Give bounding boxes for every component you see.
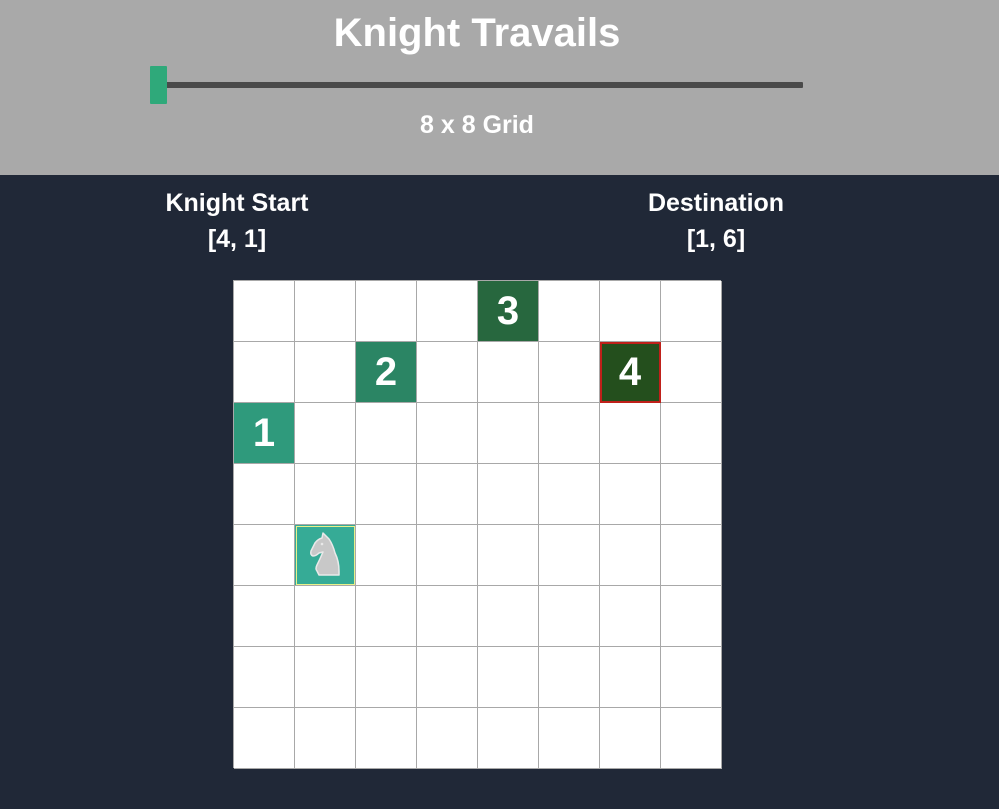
board-cell[interactable] [600,586,661,647]
board-cell[interactable] [600,403,661,464]
board-cell[interactable] [478,708,539,769]
destination-coord: [1, 6] [686,225,746,253]
knight-start-coord: [4, 1] [207,225,267,253]
board-cell[interactable] [295,281,356,342]
knight-start-label: Knight Start [165,189,309,217]
board-cell[interactable] [539,281,600,342]
board-cell[interactable] [478,525,539,586]
board-cell[interactable] [356,464,417,525]
board-cell[interactable] [417,525,478,586]
board-cell[interactable] [539,403,600,464]
destination-cell[interactable]: 4 [600,342,661,403]
board-cell[interactable] [661,586,722,647]
board-cell[interactable] [661,464,722,525]
board-cell[interactable] [295,403,356,464]
board-cell[interactable] [356,647,417,708]
board-cell[interactable] [356,708,417,769]
board-cell[interactable] [234,525,295,586]
board-cell[interactable] [417,464,478,525]
board-cell[interactable] [661,342,722,403]
board-cell[interactable] [356,281,417,342]
board-cell[interactable] [234,708,295,769]
board-cell[interactable] [539,525,600,586]
board-cell[interactable] [234,464,295,525]
board-cell[interactable] [478,464,539,525]
page-title: Knight Travails [333,11,621,55]
board-cell[interactable] [478,647,539,708]
destination-info: Destination [1, 6] [616,188,816,254]
board-cell[interactable] [295,647,356,708]
knight-start-info: Knight Start [4, 1] [137,188,337,254]
board-cell[interactable] [539,647,600,708]
board-cell[interactable] [295,342,356,403]
step-number: 2 [374,349,398,394]
grid-size-label: 8 x 8 Grid [420,111,534,139]
board-cell[interactable] [600,525,661,586]
board-cell[interactable] [661,525,722,586]
board-cell[interactable] [600,708,661,769]
slider-track[interactable] [150,82,803,88]
board-cell[interactable] [661,403,722,464]
board-cell[interactable] [600,647,661,708]
board-cell[interactable] [539,464,600,525]
path-step-cell[interactable]: 2 [356,342,417,403]
board-cell[interactable] [417,281,478,342]
board-cell[interactable] [600,464,661,525]
board-cell[interactable] [600,281,661,342]
step-number: 3 [496,288,520,333]
board-cell[interactable] [478,342,539,403]
board-cell[interactable] [417,647,478,708]
board-cell[interactable] [661,281,722,342]
board-cell[interactable] [295,464,356,525]
knight-icon[interactable] [305,531,345,579]
board-cell[interactable] [295,586,356,647]
destination-label: Destination [647,189,785,217]
board-cell[interactable] [417,342,478,403]
board-cell[interactable] [356,586,417,647]
board-cell[interactable] [539,708,600,769]
board-cell[interactable] [234,281,295,342]
board-cell[interactable] [417,403,478,464]
board-cell[interactable] [478,586,539,647]
knight-cell[interactable] [295,525,356,586]
board-cell[interactable] [356,403,417,464]
path-step-cell[interactable]: 1 [234,403,295,464]
header: Knight Travails 8 x 8 Grid [0,0,999,175]
board-cell[interactable] [295,708,356,769]
board-cell[interactable] [234,647,295,708]
board-cell[interactable] [661,708,722,769]
path-step-cell[interactable]: 3 [478,281,539,342]
slider-thumb[interactable] [150,66,167,104]
step-number: 4 [618,349,642,394]
board-cell[interactable] [539,342,600,403]
board-cell[interactable] [356,525,417,586]
board-cell[interactable] [234,586,295,647]
board-cell[interactable] [539,586,600,647]
board-cell[interactable] [234,342,295,403]
board-cell[interactable] [417,708,478,769]
grid-size-slider[interactable] [150,66,803,104]
step-number: 1 [252,410,276,455]
chess-board: 3 2 4 1 [233,280,722,769]
board-cell[interactable] [417,586,478,647]
board-cell[interactable] [478,403,539,464]
board-cell[interactable] [661,647,722,708]
